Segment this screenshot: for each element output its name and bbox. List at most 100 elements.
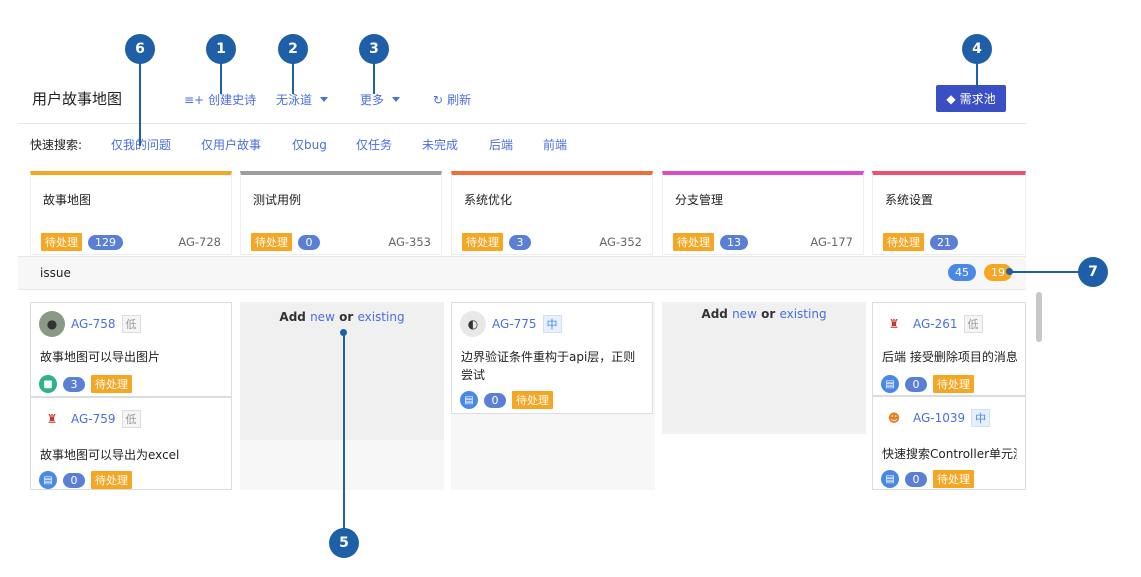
chevron-down-icon bbox=[320, 97, 329, 102]
add-prefix: Add bbox=[279, 310, 306, 324]
annotation-marker: 4 bbox=[962, 34, 992, 64]
issue-count-badge: 21 bbox=[930, 234, 958, 250]
issue-summary: 故事地图可以导出图片 bbox=[40, 350, 161, 364]
epic-meta: 待处理 13 AG-177 bbox=[673, 233, 853, 251]
add-existing-link[interactable]: existing bbox=[779, 307, 826, 321]
quick-filter-stories[interactable]: 仅用户故事 bbox=[201, 136, 261, 153]
issue-count-badge: 0 bbox=[298, 234, 320, 250]
backlog-button[interactable]: ◆ 需求池 bbox=[936, 85, 1006, 112]
card-header: ♜ AG-759 低 bbox=[39, 406, 141, 432]
card-footer: ▤ 0 待处理 bbox=[460, 391, 553, 409]
status-badge: 待处理 bbox=[91, 471, 132, 489]
epic-card[interactable]: 系统优化 待处理 3 AG-352 bbox=[451, 171, 653, 255]
issue-summary: 故事地图可以导出为excel bbox=[40, 448, 180, 462]
epic-card[interactable]: 测试用例 待处理 0 AG-353 bbox=[240, 171, 442, 255]
swimlane-dropdown-label: 无泳道 bbox=[276, 93, 313, 107]
refresh-icon: ↻ bbox=[433, 92, 444, 107]
add-or: or bbox=[761, 307, 776, 321]
add-new-link[interactable]: new bbox=[732, 307, 757, 321]
subtask-count-badge: 0 bbox=[484, 392, 506, 408]
marker-dot bbox=[1006, 268, 1013, 275]
epic-meta: 待处理 0 AG-353 bbox=[251, 233, 431, 251]
quick-filter-my-issues[interactable]: 仅我的问题 bbox=[111, 136, 171, 153]
issue-key[interactable]: AG-775 bbox=[492, 317, 537, 331]
issue-key[interactable]: AG-1039 bbox=[913, 411, 965, 425]
issue-card[interactable]: ♜ AG-261 低 后端 接受删除项目的消息 ▤ 0 待处理 bbox=[872, 302, 1026, 396]
annotation-marker: 2 bbox=[278, 34, 308, 64]
epic-card[interactable]: 分支管理 待处理 13 AG-177 bbox=[662, 171, 864, 255]
status-badge: 待处理 bbox=[933, 470, 974, 488]
epic-meta: 待处理 21 bbox=[883, 233, 1015, 251]
quick-filter-frontend[interactable]: 前端 bbox=[543, 136, 567, 153]
add-or: or bbox=[339, 310, 354, 324]
annotation-marker: 1 bbox=[206, 34, 236, 64]
task-type-icon: ▤ bbox=[881, 375, 899, 393]
status-badge: 待处理 bbox=[512, 391, 553, 409]
issue-key[interactable]: AG-261 bbox=[913, 317, 958, 331]
priority-badge: 低 bbox=[121, 410, 141, 428]
quick-filter-backend[interactable]: 后端 bbox=[489, 136, 513, 153]
epic-card[interactable]: 系统设置 待处理 21 bbox=[872, 171, 1026, 255]
refresh-button[interactable]: ↻ 刷新 bbox=[433, 91, 471, 108]
task-type-icon: ▤ bbox=[39, 471, 57, 489]
priority-badge: 中 bbox=[971, 409, 991, 427]
add-issue-placeholder: Add new or existing bbox=[240, 310, 444, 324]
status-badge: 待处理 bbox=[251, 233, 292, 251]
add-list-icon: ≡+ bbox=[184, 92, 205, 107]
marker-line bbox=[220, 60, 222, 94]
epic-meta: 待处理 129 AG-728 bbox=[41, 233, 221, 251]
marker-line bbox=[1010, 271, 1080, 273]
swimlane-dropdown[interactable]: 无泳道 bbox=[276, 91, 329, 108]
epic-title: 故事地图 bbox=[43, 193, 92, 207]
quick-filter-bugs[interactable]: 仅bug bbox=[292, 136, 327, 153]
card-footer: ▤ 0 待处理 bbox=[881, 375, 974, 393]
marker-line bbox=[976, 60, 978, 94]
subtask-count-badge: 0 bbox=[63, 472, 85, 488]
quick-search-label: 快速搜索: bbox=[30, 137, 83, 152]
issue-card[interactable]: ◐ AG-775 中 边界验证条件重构于api层，正则尝试 ▤ 0 待处理 bbox=[451, 302, 653, 414]
empty-column: Add new or existing bbox=[662, 302, 866, 434]
status-badge: 待处理 bbox=[41, 233, 82, 251]
epic-key[interactable]: AG-177 bbox=[810, 235, 853, 249]
issue-summary: 后端 接受删除项目的消息 bbox=[882, 350, 1017, 364]
quick-filter-unfinished[interactable]: 未完成 bbox=[422, 136, 458, 153]
page-title: 用户故事地图 bbox=[32, 90, 123, 108]
swimlane-count-badge: 45 bbox=[948, 264, 976, 281]
issue-card[interactable]: ● AG-758 低 故事地图可以导出图片 ■ 3 待处理 bbox=[30, 302, 232, 397]
card-footer: ▤ 0 待处理 bbox=[39, 471, 132, 489]
more-dropdown[interactable]: 更多 bbox=[360, 91, 401, 108]
avatar: ◐ bbox=[460, 311, 486, 337]
issue-key[interactable]: AG-759 bbox=[71, 412, 116, 426]
card-footer: ▤ 0 待处理 bbox=[881, 470, 974, 488]
avatar: ☻ bbox=[881, 405, 907, 431]
priority-badge: 低 bbox=[121, 315, 141, 333]
issue-card[interactable]: ♜ AG-759 低 故事地图可以导出为excel ▤ 0 待处理 bbox=[30, 397, 232, 490]
issue-key[interactable]: AG-758 bbox=[71, 317, 116, 331]
add-new-link[interactable]: new bbox=[310, 310, 335, 324]
marker-dot bbox=[340, 329, 347, 336]
issue-card[interactable]: ☻ AG-1039 中 快速搜索Controller单元测 ▤ 0 待处理 bbox=[872, 396, 1026, 490]
epic-key[interactable]: AG-728 bbox=[178, 235, 221, 249]
epic-key[interactable]: AG-352 bbox=[599, 235, 642, 249]
card-footer: ■ 3 待处理 bbox=[39, 375, 132, 393]
priority-badge: 低 bbox=[963, 315, 983, 333]
card-header: ◐ AG-775 中 bbox=[460, 311, 562, 337]
annotation-marker: 6 bbox=[125, 34, 155, 64]
layers-icon: ◆ bbox=[946, 91, 956, 106]
annotation-marker: 5 bbox=[329, 528, 359, 558]
epic-title: 系统设置 bbox=[885, 193, 934, 207]
board-column: ◐ AG-775 中 边界验证条件重构于api层，正则尝试 ▤ 0 待处理 bbox=[451, 302, 655, 490]
marker-line bbox=[343, 332, 345, 530]
epic-key[interactable]: AG-353 bbox=[388, 235, 431, 249]
epic-meta: 待处理 3 AG-352 bbox=[462, 233, 642, 251]
story-map-app: 用户故事地图 ≡+ 创建史诗 无泳道 更多 ↻ 刷新 ◆ 需求池 快速搜索: 仅… bbox=[18, 0, 1042, 577]
epic-card[interactable]: 故事地图 待处理 129 AG-728 bbox=[30, 171, 232, 255]
swimlane-header[interactable]: issue 45 19 bbox=[18, 256, 1026, 290]
status-badge: 待处理 bbox=[673, 233, 714, 251]
avatar: ● bbox=[39, 311, 65, 337]
add-existing-link[interactable]: existing bbox=[357, 310, 404, 324]
issue-count-badge: 3 bbox=[509, 234, 531, 250]
vertical-scrollbar[interactable] bbox=[1036, 292, 1042, 342]
issue-summary: 边界验证条件重构于api层，正则尝试 bbox=[461, 350, 636, 382]
quick-filter-tasks[interactable]: 仅任务 bbox=[356, 136, 392, 153]
